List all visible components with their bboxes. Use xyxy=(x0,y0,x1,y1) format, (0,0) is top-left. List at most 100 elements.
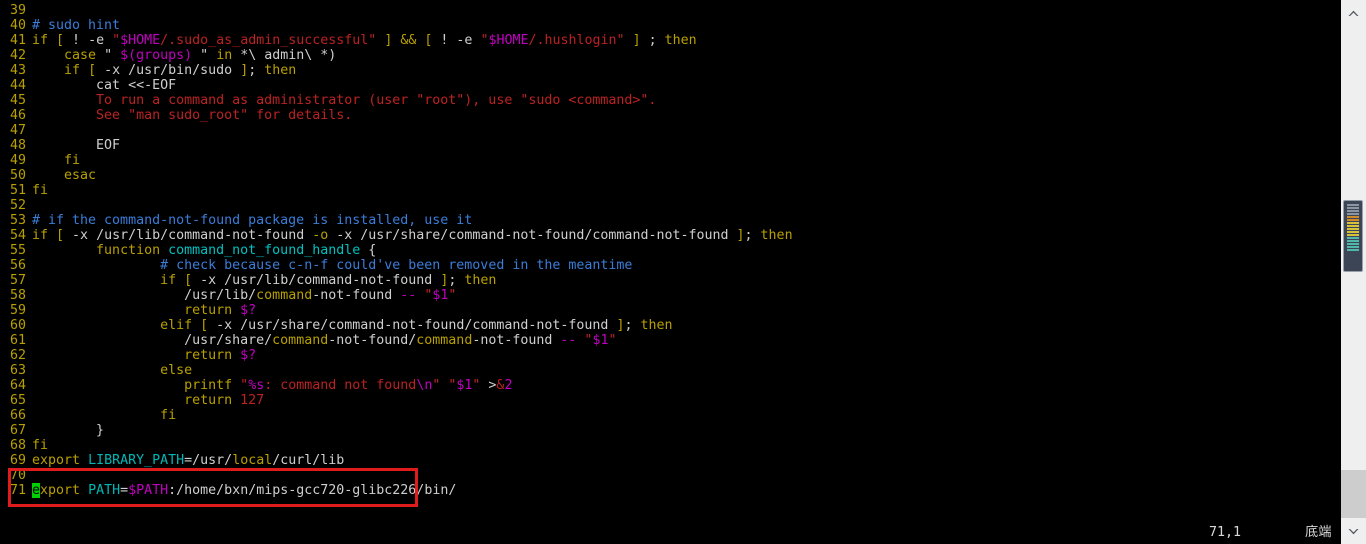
code-line[interactable]: 64 printf "%s: command not found\n" "$1"… xyxy=(0,378,1340,393)
code-line[interactable]: 62 return $? xyxy=(0,348,1340,363)
code-line[interactable]: 70 xyxy=(0,468,1340,483)
end-of-buffer-row: ~ xyxy=(0,498,1340,505)
code-token: then xyxy=(664,33,697,48)
code-token: -x /usr/lib/command-not-found xyxy=(192,273,441,288)
code-line-text: if [ -x /usr/lib/command-not-found ]; th… xyxy=(32,273,496,288)
code-line[interactable]: 55 function command_not_found_handle { xyxy=(0,243,1340,258)
code-line-text: printf "%s: command not found\n" "$1" >&… xyxy=(32,378,512,393)
chevron-up-icon xyxy=(1347,9,1360,18)
code-token: && xyxy=(400,33,417,48)
line-number: 40 xyxy=(9,18,26,33)
code-line[interactable]: 61 /usr/share/command-not-found/command-… xyxy=(0,333,1340,348)
scrollbar-track-lower[interactable] xyxy=(1341,470,1366,518)
code-line[interactable]: 58 /usr/lib/command-not-found -- "$1" xyxy=(0,288,1340,303)
code-token: in xyxy=(216,48,233,63)
code-line-text: return 127 xyxy=(32,393,264,408)
code-line[interactable]: 47 xyxy=(0,123,1340,138)
code-token: ; xyxy=(248,63,265,78)
code-line[interactable]: 52 xyxy=(0,198,1340,213)
code-token: " xyxy=(112,33,121,48)
code-line[interactable]: 67 } xyxy=(0,423,1340,438)
code-line[interactable]: 40 # sudo hint xyxy=(0,18,1340,33)
code-token: -x /usr/lib/command-not-found xyxy=(64,228,313,243)
code-token: To run a command as administrator (user … xyxy=(96,93,657,108)
minimap-row xyxy=(1347,237,1359,239)
code-line-text: case " $(groups) " in *\ admin\ *) xyxy=(32,48,336,63)
line-number: 47 xyxy=(9,123,26,138)
code-token: " xyxy=(608,333,617,348)
code-token: :/home/bxn/mips-gcc720-glibc226/bin/ xyxy=(168,483,457,498)
code-line[interactable]: 41 if [ ! -e "$HOME/.sudo_as_admin_succes… xyxy=(0,33,1340,48)
code-token: esac xyxy=(64,168,97,183)
line-number: 58 xyxy=(9,288,26,303)
line-number: 57 xyxy=(9,273,26,288)
code-token: PATH xyxy=(88,483,121,498)
code-line[interactable]: 63 else xyxy=(0,363,1340,378)
code-line[interactable]: 53 # if the command-not-found package is … xyxy=(0,213,1340,228)
code-line-text: To run a command as administrator (user … xyxy=(32,93,656,108)
code-line[interactable]: 50 esac xyxy=(0,168,1340,183)
code-line-text: if [ -x /usr/bin/sudo ]; then xyxy=(32,63,296,78)
line-number: 45 xyxy=(9,93,26,108)
code-token: fi xyxy=(32,183,49,198)
scroll-up-button[interactable] xyxy=(1341,0,1366,26)
code-token: export xyxy=(32,453,81,468)
code-line[interactable]: 69 export LIBRARY_PATH=/usr/local/curl/li… xyxy=(0,453,1340,468)
code-token: ; xyxy=(640,33,665,48)
code-line[interactable]: 66 fi xyxy=(0,408,1340,423)
code-editor-area[interactable]: 39 40 # sudo hint 41 if [ ! -e "$HOME/.sudo_… xyxy=(0,0,1340,505)
code-token: [ xyxy=(184,273,193,288)
scrollbar-thumb-minimap[interactable] xyxy=(1343,200,1363,272)
code-token: # sudo hint xyxy=(32,18,121,33)
code-line[interactable]: 56 # check because c-n-f could've been r… xyxy=(0,258,1340,273)
code-token: EOF xyxy=(32,138,121,153)
code-line[interactable]: 49 fi xyxy=(0,153,1340,168)
code-line[interactable]: 68 fi xyxy=(0,438,1340,453)
code-token: if xyxy=(32,33,49,48)
vertical-scrollbar[interactable] xyxy=(1340,0,1366,544)
code-line-text: elif [ -x /usr/share/command-not-found/c… xyxy=(32,318,672,333)
code-token: " xyxy=(448,288,457,303)
minimap-row xyxy=(1347,213,1359,215)
code-token: then xyxy=(464,273,497,288)
code-line[interactable]: 46 See "man sudo_root" for details. xyxy=(0,108,1340,123)
code-line[interactable]: 60 elif [ -x /usr/share/command-not-foun… xyxy=(0,318,1340,333)
code-line[interactable]: 42 case " $(groups) " in *\ admin\ *) xyxy=(0,48,1340,63)
code-token: function xyxy=(96,243,161,258)
line-number: 39 xyxy=(9,3,26,18)
code-line-text: else xyxy=(32,363,192,378)
scroll-down-button[interactable] xyxy=(1341,518,1366,544)
code-line[interactable]: 54 if [ -x /usr/lib/command-not-found -o … xyxy=(0,228,1340,243)
minimap-row xyxy=(1347,222,1359,224)
code-token: " xyxy=(200,48,217,63)
code-token: command_not_found_handle xyxy=(168,243,361,258)
vim-status-line: 71,1 底端 xyxy=(0,522,1340,544)
code-line[interactable]: 43 if [ -x /usr/bin/sudo ]; then xyxy=(0,63,1340,78)
code-line-text: EOF xyxy=(32,138,120,153)
line-number: 49 xyxy=(9,153,26,168)
code-token: xport xyxy=(40,483,81,498)
code-line[interactable]: 65 return 127 xyxy=(0,393,1340,408)
code-token: %s xyxy=(248,378,265,393)
line-number: 59 xyxy=(9,303,26,318)
code-line[interactable]: 59 return $? xyxy=(0,303,1340,318)
code-line-text: fi xyxy=(32,153,80,168)
code-line[interactable]: 44 cat <<-EOF xyxy=(0,78,1340,93)
minimap-row xyxy=(1347,225,1359,227)
code-line[interactable]: 51 fi xyxy=(0,183,1340,198)
code-line[interactable]: 71 export PATH=$PATH:/home/bxn/mips-gcc72… xyxy=(0,483,1340,498)
code-line[interactable]: 48 EOF xyxy=(0,138,1340,153)
code-line[interactable]: 45 To run a command as administrator (us… xyxy=(0,93,1340,108)
code-line[interactable]: 57 if [ -x /usr/lib/command-not-found ];… xyxy=(0,273,1340,288)
code-line-text: export PATH=$PATH:/home/bxn/mips-gcc720-… xyxy=(32,483,456,498)
line-number: 64 xyxy=(9,378,26,393)
code-line-text: # check because c-n-f could've been remo… xyxy=(32,258,632,273)
code-token: " xyxy=(240,378,249,393)
code-line[interactable]: 39 xyxy=(0,3,1340,18)
